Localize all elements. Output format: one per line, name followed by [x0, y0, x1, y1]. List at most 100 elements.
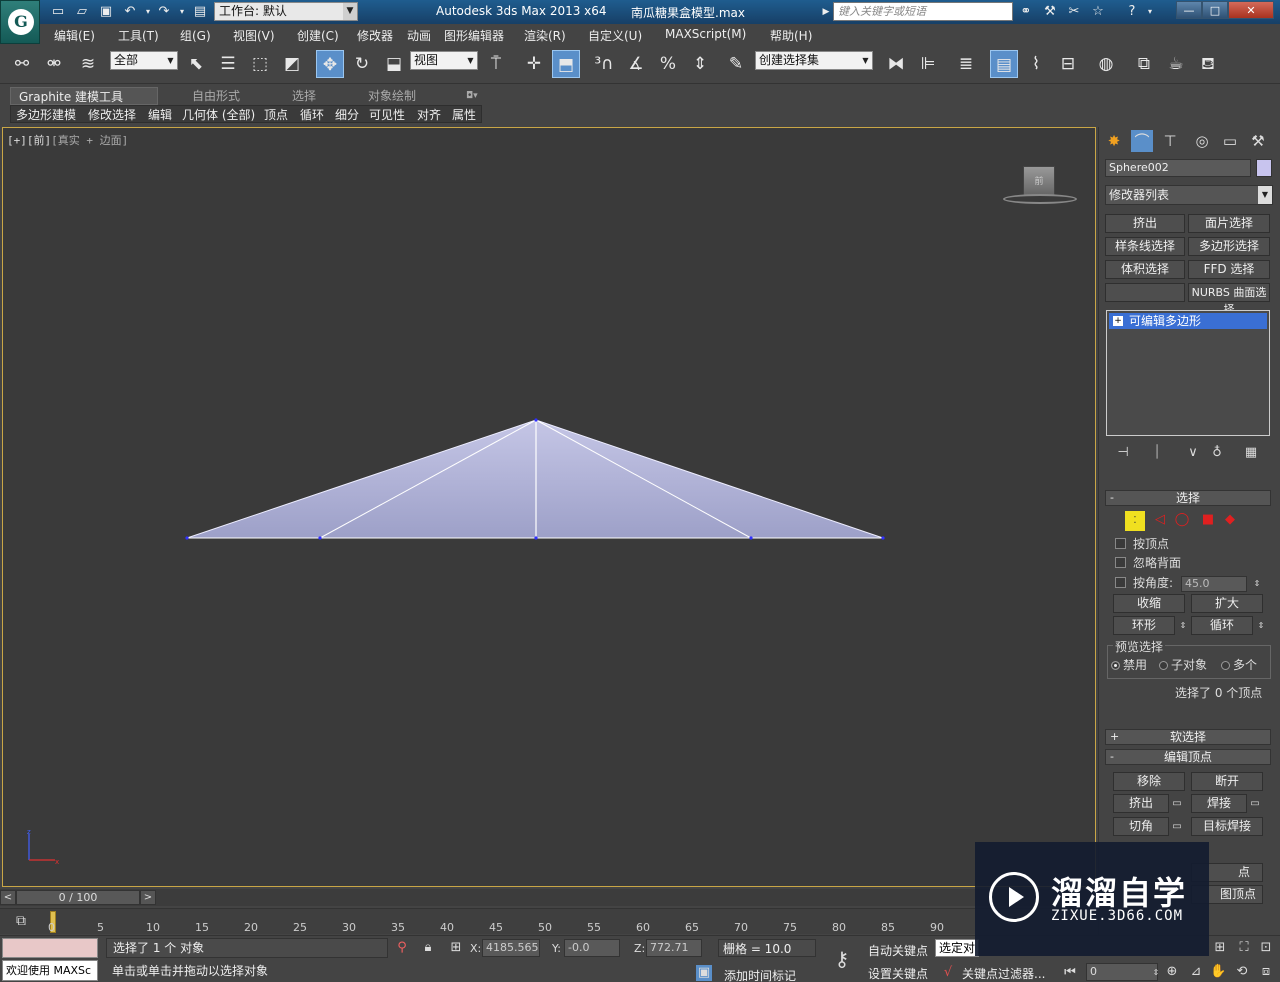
edit-named-selection-icon[interactable]: ✎: [722, 50, 750, 78]
expand-plus-icon[interactable]: +: [1113, 316, 1123, 326]
zoom-icon[interactable]: ⊞: [1212, 940, 1228, 956]
selection-rollout-header[interactable]: - 选择: [1105, 490, 1271, 506]
unlink-icon[interactable]: ⚮: [40, 50, 68, 78]
modifier-list-select[interactable]: 修改器列表 ▼: [1105, 185, 1273, 205]
by-angle-checkbox[interactable]: 按角度:: [1115, 575, 1173, 591]
field-of-view-icon[interactable]: ⊿: [1188, 964, 1204, 980]
spinner-snap-icon[interactable]: ⇕: [686, 50, 714, 78]
mesh-face[interactable]: [186, 419, 884, 539]
key-filters-button[interactable]: 关键点过滤器...: [962, 965, 1045, 982]
hierarchy-tab-icon[interactable]: ⊤: [1159, 130, 1181, 152]
pin-stack-icon[interactable]: ⊣: [1113, 443, 1133, 463]
x-coord-field[interactable]: 4185.565: [482, 939, 540, 957]
search-expand-icon[interactable]: ▶: [818, 4, 834, 20]
selection-lock-icon[interactable]: 🔒︎: [420, 940, 436, 956]
undo-dropdown-icon[interactable]: ▾: [140, 4, 156, 20]
panel-visibility[interactable]: 可见性: [369, 107, 405, 123]
preview-off-radio[interactable]: 禁用: [1111, 657, 1147, 673]
close-button[interactable]: ✕: [1228, 1, 1274, 19]
configure-sets-icon[interactable]: ▦: [1241, 443, 1261, 463]
key-selection-set-select[interactable]: 选定对: [935, 939, 979, 957]
loop-button[interactable]: 循环: [1191, 616, 1253, 635]
project-folder-icon[interactable]: ▤: [192, 4, 208, 20]
select-and-link-icon[interactable]: ⚯: [8, 50, 36, 78]
menu-edit[interactable]: 编辑(E): [54, 27, 95, 44]
select-and-manipulate-icon[interactable]: ✛: [520, 50, 548, 78]
workspace-select[interactable]: 工作台: 默认 ▼: [214, 2, 358, 21]
utilities-tab-icon[interactable]: ⚒: [1247, 130, 1269, 152]
select-and-scale-icon[interactable]: ⬓: [380, 50, 408, 78]
new-file-icon[interactable]: ▭: [50, 4, 66, 20]
front-viewport[interactable]: [+][前][真实 + 边面] 前 z x: [2, 127, 1096, 887]
panel-subdivision[interactable]: 细分: [335, 107, 359, 123]
modifier-nurbs-select-button[interactable]: NURBS 曲面选择: [1188, 283, 1270, 316]
modifier-stack[interactable]: + 可编辑多边形: [1106, 310, 1270, 436]
panel-loops[interactable]: 循环: [300, 107, 324, 123]
auto-key-button[interactable]: 自动关键点: [868, 942, 928, 959]
modifier-patch-select-button[interactable]: 面片选择: [1188, 214, 1270, 233]
menu-tools[interactable]: 工具(T): [118, 27, 159, 44]
graphite-toggle-icon[interactable]: ▤: [990, 50, 1018, 78]
pan-hand-icon[interactable]: ✋: [1210, 964, 1226, 980]
help-dropdown-icon[interactable]: ▾: [1142, 4, 1158, 20]
menu-modifiers[interactable]: 修改器: [357, 27, 393, 44]
mesh-vertex[interactable]: [318, 536, 322, 540]
tab-graphite-modeling[interactable]: Graphite 建模工具: [10, 87, 158, 105]
menu-customize[interactable]: 自定义(U): [588, 27, 642, 44]
track-bar[interactable]: ⧉ 0 5 10 15 20 25 30 35 40 45 50 55 60 65 70 75 80 85 90: [0, 908, 1098, 934]
ring-spinner-icon[interactable]: ⇕: [1175, 618, 1191, 634]
orbit-icon[interactable]: ⟲: [1234, 964, 1250, 980]
angle-spinner-field[interactable]: 45.0: [1181, 576, 1247, 592]
menu-views[interactable]: 视图(V): [233, 27, 275, 44]
ring-button[interactable]: 环形: [1113, 616, 1175, 635]
zoom-all-icon[interactable]: ⊡: [1258, 940, 1274, 956]
mesh-vertex[interactable]: [881, 536, 885, 540]
communication-icon[interactable]: ✂: [1066, 4, 1082, 20]
add-time-tag-icon[interactable]: ▣: [696, 965, 712, 981]
frame-spinner-icon[interactable]: ⇕: [1148, 965, 1164, 981]
shrink-button[interactable]: 收缩: [1113, 594, 1185, 613]
chamfer-vertex-button[interactable]: 切角: [1113, 817, 1169, 836]
loop-spinner-icon[interactable]: ⇕: [1253, 618, 1269, 634]
create-tab-icon[interactable]: ✸: [1103, 130, 1125, 152]
menu-maxscript[interactable]: MAXScript(M): [665, 27, 746, 41]
maxscript-listener-mini[interactable]: [2, 938, 98, 958]
angle-snap-icon[interactable]: ∡: [622, 50, 650, 78]
key-filters-icon[interactable]: √: [940, 965, 956, 981]
menu-animation[interactable]: 动画: [407, 27, 431, 44]
snaps-toggle-icon[interactable]: ³∩: [590, 50, 618, 78]
window-crossing-icon[interactable]: ◩: [278, 50, 306, 78]
subscription-icon[interactable]: ⚒: [1042, 4, 1058, 20]
selection-filter-select[interactable]: 全部 ▼: [110, 51, 178, 70]
panel-modify-selection[interactable]: 修改选择: [88, 107, 136, 123]
reference-coordinate-select[interactable]: 视图 ▼: [410, 51, 478, 70]
select-and-rotate-icon[interactable]: ↻: [348, 50, 376, 78]
layer-manager-icon[interactable]: ≣: [952, 50, 980, 78]
display-tab-icon[interactable]: ▭: [1219, 130, 1241, 152]
panel-align[interactable]: 对齐: [417, 107, 441, 123]
element-mode-icon[interactable]: ◆: [1221, 511, 1239, 529]
redo-icon[interactable]: ↷: [156, 4, 172, 20]
preview-multi-radio[interactable]: 多个: [1221, 657, 1257, 673]
grow-button[interactable]: 扩大: [1191, 594, 1263, 613]
minimize-button[interactable]: —: [1176, 1, 1202, 19]
target-weld-button[interactable]: 目标焊接: [1191, 817, 1263, 836]
modifier-spline-select-button[interactable]: 样条线选择: [1105, 237, 1185, 256]
panel-properties[interactable]: 属性: [452, 107, 476, 123]
maxscript-welcome-field[interactable]: 欢迎使用 MAXSc: [2, 960, 98, 981]
menu-rendering[interactable]: 渲染(R): [524, 27, 566, 44]
add-time-tag-label[interactable]: 添加时间标记: [724, 967, 796, 982]
time-slider-prev-icon[interactable]: <: [0, 890, 16, 905]
edge-mode-icon[interactable]: ◁: [1151, 511, 1169, 529]
redo-dropdown-icon[interactable]: ▾: [174, 4, 190, 20]
set-key-icon[interactable]: ⚷: [822, 942, 862, 976]
bind-space-warp-icon[interactable]: ≋: [74, 50, 102, 78]
tab-selection[interactable]: 选择: [284, 87, 324, 105]
panel-edit[interactable]: 编辑: [148, 107, 172, 123]
align-icon[interactable]: ⊫: [914, 50, 942, 78]
modifier-extrude-button[interactable]: 挤出: [1105, 214, 1185, 233]
mesh-object[interactable]: [3, 128, 1097, 888]
mesh-vertex[interactable]: [534, 418, 538, 422]
tab-freeform[interactable]: 自由形式: [184, 87, 248, 105]
material-editor-icon[interactable]: ◍: [1092, 50, 1120, 78]
